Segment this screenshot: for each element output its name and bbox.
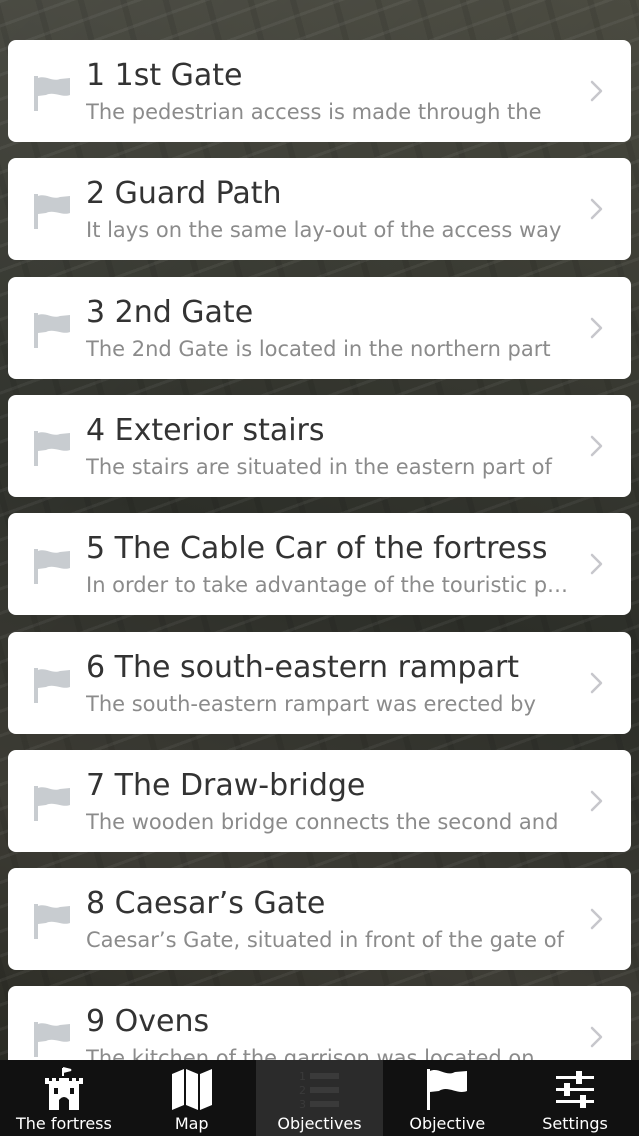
flag-icon [34, 194, 70, 229]
chevron-right-icon [590, 435, 603, 457]
objective-description: The pedestrian access is made through th… [86, 100, 542, 124]
objectives-list[interactable]: 1 1st Gate The pedestrian access is made… [0, 0, 639, 1060]
objective-title: 9 Ovens [86, 1004, 210, 1039]
flag-icon [34, 313, 70, 348]
chevron-right-icon [590, 1026, 603, 1048]
objective-title: 5 The Cable Car of the fortress [86, 531, 548, 566]
flag-icon [34, 786, 70, 821]
tab-objective[interactable]: Objective [383, 1060, 511, 1136]
tab-label: Objectives [277, 1114, 362, 1133]
chevron-right-icon [590, 672, 603, 694]
objective-description: In order to take advantage of the touris… [86, 573, 573, 597]
tab-objectives[interactable]: 1 2 3 Objectives [255, 1060, 384, 1136]
objective-description: The kitchen of the garrison was located … [86, 1046, 535, 1060]
sliders-icon [556, 1071, 595, 1108]
objective-title: 7 The Draw-bridge [86, 768, 366, 803]
tab-label: Settings [542, 1114, 608, 1133]
flag-icon [34, 904, 70, 939]
flag-icon [34, 1022, 70, 1057]
svg-text:1: 1 [299, 1070, 306, 1083]
tab-the-fortress[interactable]: The fortress [0, 1060, 128, 1136]
chevron-right-icon [590, 553, 603, 575]
objective-description: The south-eastern rampart was erected by [86, 692, 536, 716]
objective-description: It lays on the same lay-out of the acces… [86, 218, 562, 242]
list-item[interactable]: 8 Caesar’s Gate Caesar’s Gate, situated … [8, 868, 631, 970]
objective-description: The wooden bridge connects the second an… [86, 810, 559, 834]
list-item[interactable]: 9 Ovens The kitchen of the garrison was … [8, 986, 631, 1060]
objective-description: The stairs are situated in the eastern p… [86, 455, 552, 479]
objective-description: Caesar’s Gate, situated in front of the … [86, 928, 564, 952]
chevron-right-icon [590, 80, 603, 102]
list-item[interactable]: 3 2nd Gate The 2nd Gate is located in th… [8, 277, 631, 379]
objective-description: The 2nd Gate is located in the northern … [86, 337, 551, 361]
flag-icon [34, 76, 70, 111]
list-item[interactable]: 7 The Draw-bridge The wooden bridge conn… [8, 750, 631, 852]
castle-icon [44, 1067, 83, 1110]
objective-title: 3 2nd Gate [86, 295, 254, 330]
objective-title: 8 Caesar’s Gate [86, 886, 326, 921]
chevron-right-icon [590, 317, 603, 339]
list-item[interactable]: 1 1st Gate The pedestrian access is made… [8, 40, 631, 142]
chevron-right-icon [590, 908, 603, 930]
flag-icon [427, 1069, 468, 1110]
list-item[interactable]: 2 Guard Path It lays on the same lay-out… [8, 158, 631, 260]
tab-label: Objective [409, 1114, 486, 1133]
objective-title: 1 1st Gate [86, 58, 243, 93]
chevron-right-icon [590, 198, 603, 220]
objective-title: 6 The south-eastern rampart [86, 650, 520, 685]
objective-title: 4 Exterior stairs [86, 413, 325, 448]
flag-icon [34, 431, 70, 466]
objective-title: 2 Guard Path [86, 176, 282, 211]
tab-settings[interactable]: Settings [511, 1060, 639, 1136]
svg-text:2: 2 [299, 1084, 306, 1097]
tab-map[interactable]: Map [128, 1060, 256, 1136]
map-icon [171, 1069, 212, 1110]
list-item[interactable]: 5 The Cable Car of the fortress In order… [8, 513, 631, 615]
flag-icon [34, 549, 70, 584]
svg-text:3: 3 [299, 1098, 306, 1111]
tab-bar: The fortress Map 1 2 3 Objectives Object… [0, 1060, 639, 1136]
list-item[interactable]: 6 The south-eastern rampart The south-ea… [8, 632, 631, 734]
tab-label: Map [174, 1114, 209, 1133]
tab-label: The fortress [15, 1114, 112, 1133]
numbered-list-icon: 1 2 3 [299, 1070, 340, 1111]
list-item[interactable]: 4 Exterior stairs The stairs are situate… [8, 395, 631, 497]
flag-icon [34, 668, 70, 703]
chevron-right-icon [590, 790, 603, 812]
